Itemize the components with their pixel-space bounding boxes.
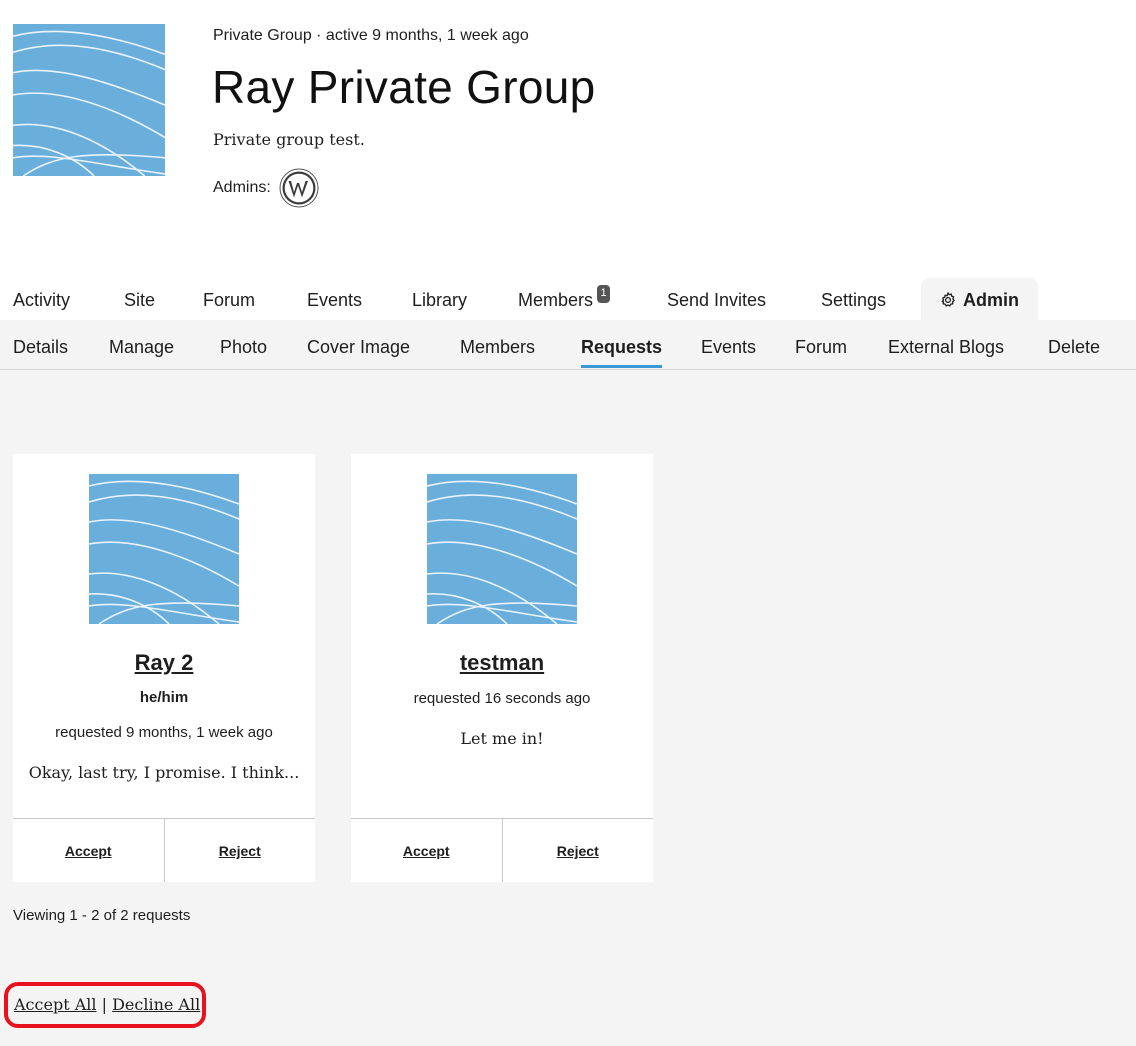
request-card: testman requested 16 seconds ago Let me … (351, 454, 653, 882)
subtab-cover-image[interactable]: Cover Image (307, 320, 410, 370)
tab-admin[interactable]: Admin (921, 278, 1038, 320)
subtab-members[interactable]: Members (460, 320, 535, 370)
group-description: Private group test. (213, 130, 365, 149)
bulk-actions: Accept All | Decline All (4, 982, 206, 1028)
request-message: Okay, last try, I promise. I think... (28, 763, 300, 782)
member-avatar[interactable] (427, 474, 577, 624)
accept-button[interactable]: Accept (13, 819, 164, 882)
admins-label: Admins: (213, 179, 271, 196)
admin-panel: Details Manage Photo Cover Image Members… (0, 320, 1136, 1046)
tab-activity[interactable]: Activity (13, 278, 70, 320)
group-header: Private Group · active 9 months, 1 week … (0, 0, 1136, 278)
subtab-details[interactable]: Details (13, 320, 68, 370)
wordpress-logo-icon[interactable] (279, 168, 319, 208)
tab-settings[interactable]: Settings (821, 278, 886, 320)
request-actions: Accept Reject (13, 818, 315, 882)
request-actions: Accept Reject (351, 818, 653, 882)
accept-all-link[interactable]: Accept All (14, 995, 97, 1014)
decline-all-link[interactable]: Decline All (112, 995, 200, 1014)
tab-events[interactable]: Events (307, 278, 362, 320)
member-name-link[interactable]: Ray 2 (13, 650, 315, 676)
members-count-badge: 1 (597, 285, 611, 303)
request-time: requested 16 seconds ago (413, 690, 591, 707)
tab-members[interactable]: Members 1 (518, 278, 611, 320)
tab-site[interactable]: Site (124, 278, 155, 320)
admin-subnav: Details Manage Photo Cover Image Members… (0, 320, 1136, 370)
subtab-requests[interactable]: Requests (581, 320, 663, 370)
member-avatar[interactable] (89, 474, 239, 624)
request-card: Ray 2 he/him requested 9 months, 1 week … (13, 454, 315, 882)
subtab-forum[interactable]: Forum (795, 320, 847, 370)
request-message: Let me in! (460, 729, 544, 748)
member-name-link[interactable]: testman (351, 650, 653, 676)
gear-icon (941, 291, 955, 307)
reject-button[interactable]: Reject (163, 819, 316, 882)
group-admins: Admins: (213, 168, 319, 208)
request-time: requested 9 months, 1 week ago (55, 724, 273, 741)
group-avatar[interactable] (13, 24, 165, 176)
group-meta: Private Group · active 9 months, 1 week … (213, 27, 529, 44)
accept-button[interactable]: Accept (351, 819, 502, 882)
page-title: Ray Private Group (212, 61, 596, 113)
subtab-delete[interactable]: Delete (1048, 320, 1100, 370)
subtab-external-blogs[interactable]: External Blogs (888, 320, 1004, 370)
subtab-photo[interactable]: Photo (220, 320, 267, 370)
group-nav: Activity Site Forum Events Library Membe… (0, 278, 1136, 320)
pagination-count: Viewing 1 - 2 of 2 requests (13, 907, 191, 924)
tab-send-invites[interactable]: Send Invites (667, 278, 766, 320)
bulk-separator: | (101, 995, 107, 1014)
reject-button[interactable]: Reject (501, 819, 654, 882)
subtab-events[interactable]: Events (701, 320, 756, 370)
tab-library[interactable]: Library (412, 278, 467, 320)
tab-forum[interactable]: Forum (203, 278, 255, 320)
subtab-manage[interactable]: Manage (109, 320, 174, 370)
member-pronouns: he/him (139, 689, 189, 706)
